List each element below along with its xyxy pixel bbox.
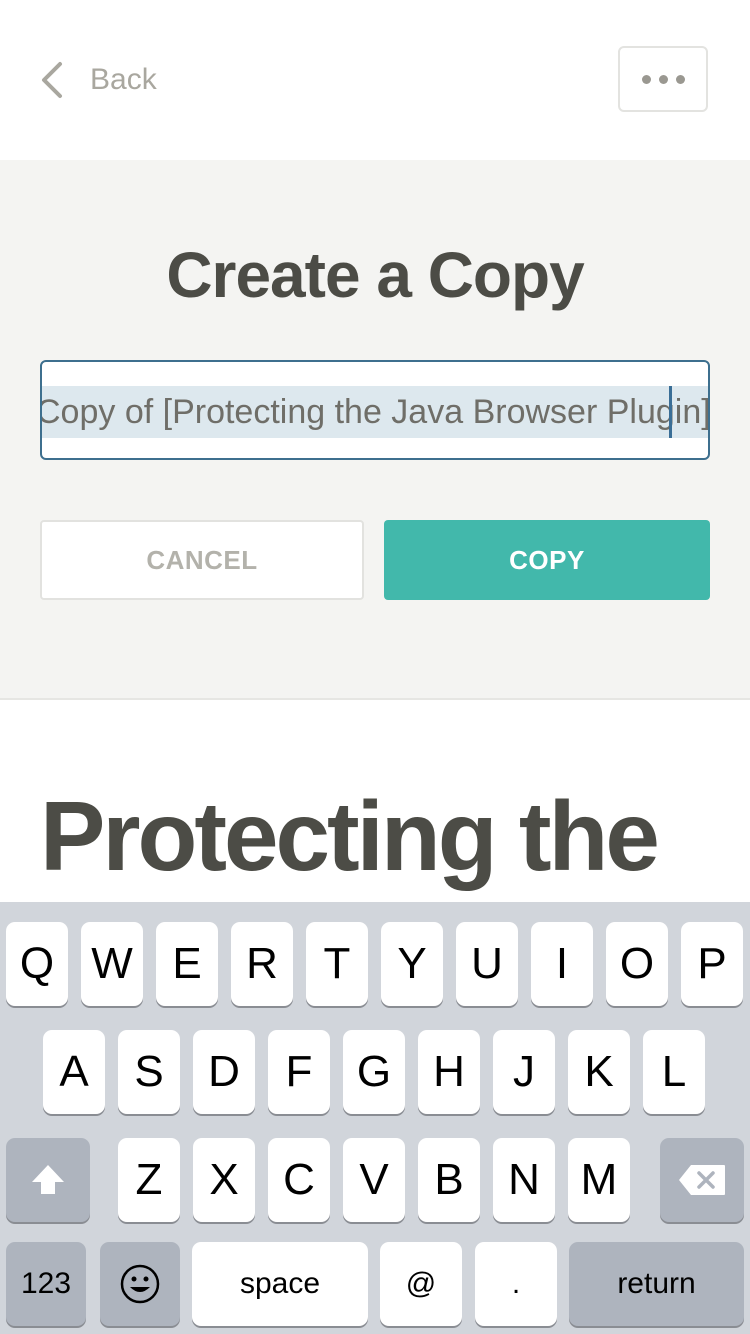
key-l[interactable]: L — [643, 1030, 705, 1114]
top-bar: Back — [0, 0, 750, 160]
emoji-key[interactable] — [100, 1242, 180, 1326]
period-key[interactable]: . — [475, 1242, 557, 1326]
key-b[interactable]: B — [418, 1138, 480, 1222]
backspace-key[interactable] — [660, 1138, 744, 1222]
key-x[interactable]: X — [193, 1138, 255, 1222]
return-key[interactable]: return — [569, 1242, 744, 1326]
key-f[interactable]: F — [268, 1030, 330, 1114]
key-i[interactable]: I — [531, 922, 593, 1006]
key-k[interactable]: K — [568, 1030, 630, 1114]
back-button[interactable]: Back — [36, 56, 157, 104]
key-g[interactable]: G — [343, 1030, 405, 1114]
key-o[interactable]: O — [606, 922, 668, 1006]
cancel-button[interactable]: CANCEL — [40, 520, 364, 600]
key-j[interactable]: J — [493, 1030, 555, 1114]
more-dots-icon — [641, 74, 651, 84]
copy-button[interactable]: COPY — [384, 520, 710, 600]
key-t[interactable]: T — [306, 922, 368, 1006]
dialog-title: Create a Copy — [166, 239, 584, 311]
more-dot — [675, 74, 685, 84]
on-screen-keyboard: Q W E R T Y U I O P A S D F G H J K L Z … — [0, 902, 750, 1334]
shift-key[interactable] — [6, 1138, 90, 1222]
key-c[interactable]: C — [268, 1138, 330, 1222]
numbers-key[interactable]: 123 — [6, 1242, 86, 1326]
key-m[interactable]: M — [568, 1138, 630, 1222]
space-key[interactable]: space — [192, 1242, 368, 1326]
key-r[interactable]: R — [231, 922, 293, 1006]
key-e[interactable]: E — [156, 922, 218, 1006]
key-q[interactable]: Q — [6, 922, 68, 1006]
key-d[interactable]: D — [193, 1030, 255, 1114]
key-z[interactable]: Z — [118, 1138, 180, 1222]
key-h[interactable]: H — [418, 1030, 480, 1114]
copy-name-value: Copy of [Protecting the Java Browser Plu… — [42, 386, 708, 438]
key-w[interactable]: W — [81, 922, 143, 1006]
key-u[interactable]: U — [456, 922, 518, 1006]
key-p[interactable]: P — [681, 922, 743, 1006]
article-heading: Protecting the — [40, 781, 660, 891]
chevron-left-icon — [42, 62, 62, 98]
text-cursor — [669, 386, 672, 438]
key-v[interactable]: V — [343, 1138, 405, 1222]
key-s[interactable]: S — [118, 1030, 180, 1114]
key-a[interactable]: A — [43, 1030, 105, 1114]
at-key[interactable]: @ — [380, 1242, 462, 1326]
emoji-icon — [120, 1264, 160, 1304]
copy-name-input[interactable]: Copy of [Protecting the Java Browser Plu… — [40, 360, 710, 460]
backspace-icon — [679, 1165, 725, 1195]
back-label: Back — [90, 63, 157, 96]
key-n[interactable]: N — [493, 1138, 555, 1222]
shift-arrow-icon — [32, 1165, 64, 1194]
more-dot — [658, 74, 668, 84]
key-y[interactable]: Y — [381, 922, 443, 1006]
more-options-button[interactable] — [618, 46, 708, 112]
